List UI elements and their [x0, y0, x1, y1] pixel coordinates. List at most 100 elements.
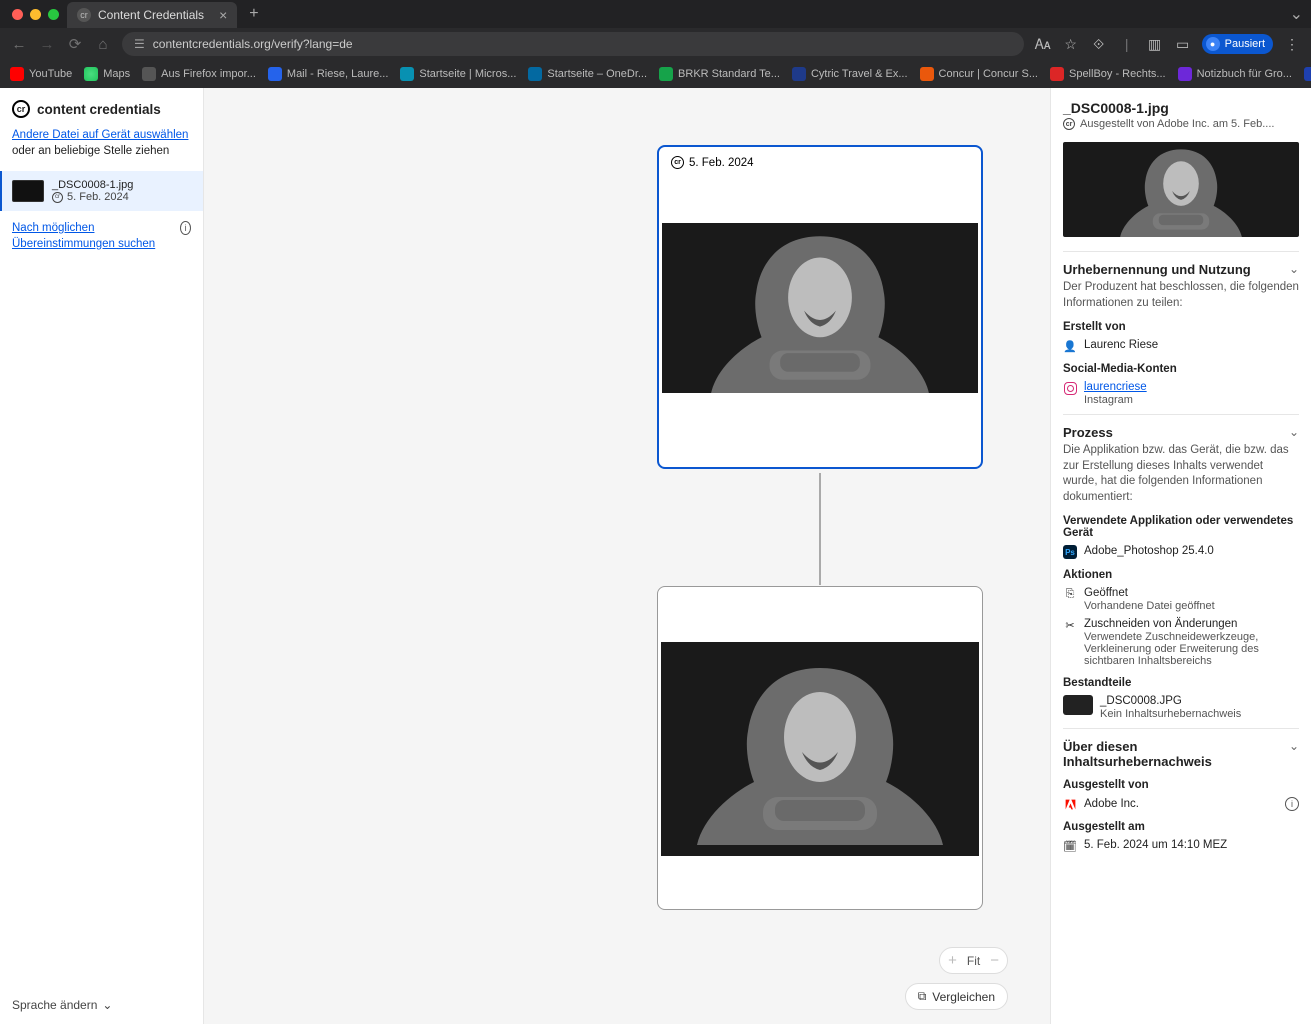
browser-tab[interactable]: cr Content Credentials × [67, 2, 237, 28]
person-icon: 👤 [1063, 339, 1077, 353]
bookmark-item[interactable]: SpellBoy - Rechts... [1050, 67, 1166, 81]
file-picker-text: Andere Datei auf Gerät auswählen oder an… [0, 128, 203, 159]
tree-node-ingredient[interactable] [657, 586, 983, 910]
sidepanel-icon[interactable]: ▥ [1146, 35, 1164, 53]
close-tab-icon[interactable]: × [219, 7, 227, 23]
page-content: cr content credentials Andere Datei auf … [0, 88, 1311, 1024]
tree-canvas[interactable]: cr 5. Feb. 2024 + Fit − ⧉ Vergleichen [204, 88, 1050, 1024]
compare-label: Vergleichen [932, 990, 995, 1004]
bookmark-item[interactable]: Mail - Riese, Laure... [268, 67, 388, 81]
expand-tabs-icon[interactable]: ⌄ [1290, 4, 1303, 24]
bookmark-item[interactable]: Nachträgliche Meil... [1304, 67, 1311, 81]
zoom-fit-button[interactable]: Fit [967, 954, 980, 968]
node-image [662, 223, 978, 393]
adobe-icon [1063, 797, 1077, 811]
section-attribution-header[interactable]: Urhebernennung und Nutzung ⌄ [1063, 251, 1299, 277]
bookmark-favicon [10, 67, 24, 81]
issued-on-label: Ausgestellt am [1063, 821, 1299, 833]
bookmark-favicon [84, 67, 98, 81]
tab-favicon: cr [77, 8, 91, 22]
bookmark-favicon [1050, 67, 1064, 81]
nav-back-icon[interactable]: ← [10, 35, 28, 53]
ingredient-thumbnail [1063, 695, 1093, 715]
bookmark-label: Maps [103, 68, 130, 80]
tab-title: Content Credentials [98, 8, 204, 22]
search-matches-row: Nach möglichen Übereinstimmungen suchen … [0, 211, 203, 262]
social-handle-link[interactable]: laurencriese [1084, 381, 1147, 393]
file-list-item[interactable]: _DSC0008-1.jpg cr5. Feb. 2024 [0, 171, 203, 211]
bookmark-item[interactable]: Aus Firefox impor... [142, 67, 256, 81]
calendar-icon: 🗓 [1063, 839, 1077, 853]
sidebar-left: cr content credentials Andere Datei auf … [0, 88, 204, 1024]
bookmark-item[interactable]: Startseite – OneDr... [528, 67, 647, 81]
kebab-menu-icon[interactable]: ⋮ [1283, 35, 1301, 53]
chevron-down-icon: ⌄ [1289, 739, 1299, 753]
address-bar: ← → ⟳ ⌂ ☰ contentcredentials.org/verify?… [0, 28, 1311, 60]
action-opened-title: Geöffnet [1084, 587, 1215, 599]
sidebar-right: _DSC0008-1.jpg cr Ausgestellt von Adobe … [1050, 88, 1311, 1024]
bookmark-favicon [1178, 67, 1192, 81]
zoom-in-button[interactable]: + [948, 952, 957, 969]
bookmark-item[interactable]: Concur | Concur S... [920, 67, 1038, 81]
language-switcher[interactable]: Sprache ändern ⌄ [0, 986, 203, 1024]
close-window-button[interactable] [12, 9, 23, 20]
tree-connector [819, 473, 821, 585]
compare-button[interactable]: ⧉ Vergleichen [905, 983, 1008, 1010]
bookmark-item[interactable]: Cytric Travel & Ex... [792, 67, 908, 81]
bookmark-star-icon[interactable]: ☆ [1062, 35, 1080, 53]
reload-icon[interactable]: ⟳ [66, 35, 84, 53]
chevron-down-icon: ⌄ [1289, 425, 1299, 439]
bookmark-favicon [142, 67, 156, 81]
bookmark-label: BRKR Standard Te... [678, 68, 780, 80]
zoom-control: + Fit − [939, 947, 1008, 974]
bookmark-favicon [659, 67, 673, 81]
pause-label: Pausiert [1225, 38, 1265, 50]
translate-icon[interactable]: 🗛 [1034, 35, 1052, 53]
bookmark-favicon [528, 67, 542, 81]
reading-list-icon[interactable]: ▭ [1174, 35, 1192, 53]
process-desc: Die Applikation bzw. das Gerät, die bzw.… [1063, 443, 1299, 505]
open-file-icon: ⎘ [1063, 587, 1077, 601]
attribution-desc: Der Produzent hat beschlossen, die folge… [1063, 280, 1299, 311]
section-process-header[interactable]: Prozess ⌄ [1063, 414, 1299, 440]
bookmark-item[interactable]: Startseite | Micros... [400, 67, 516, 81]
browser-chrome: cr Content Credentials × + ⌄ ← → ⟳ ⌂ ☰ c… [0, 0, 1311, 88]
bookmark-item[interactable]: YouTube [10, 67, 72, 81]
process-title: Prozess [1063, 425, 1113, 440]
details-issued-line: cr Ausgestellt von Adobe Inc. am 5. Feb.… [1063, 118, 1299, 130]
app-label: Verwendete Applikation oder verwendetes … [1063, 515, 1299, 539]
zoom-out-button[interactable]: − [990, 952, 999, 969]
choose-file-link[interactable]: Andere Datei auf Gerät auswählen [12, 129, 188, 141]
app-logo[interactable]: cr content credentials [0, 88, 203, 128]
section-about-header[interactable]: Über diesen Inhaltsurhebernachweis ⌄ [1063, 728, 1299, 769]
minimize-window-button[interactable] [30, 9, 41, 20]
node-image [661, 642, 979, 856]
cr-badge-icon: cr [671, 156, 684, 169]
new-tab-button[interactable]: + [249, 5, 258, 23]
home-icon[interactable]: ⌂ [94, 35, 112, 53]
site-info-icon[interactable]: ☰ [134, 37, 145, 51]
maximize-window-button[interactable] [48, 9, 59, 20]
url-input[interactable]: ☰ contentcredentials.org/verify?lang=de [122, 32, 1024, 56]
file-date: 5. Feb. 2024 [67, 191, 129, 203]
bookmark-item[interactable]: BRKR Standard Te... [659, 67, 780, 81]
nav-forward-icon[interactable]: → [38, 35, 56, 53]
profile-pause-pill[interactable]: ● Pausiert [1202, 34, 1273, 54]
bookmark-item[interactable]: Maps [84, 67, 130, 81]
logo-text: content credentials [37, 102, 161, 117]
issued-on-row: 🗓 5. Feb. 2024 um 14:10 MEZ [1063, 839, 1299, 853]
issued-by-row: Adobe Inc. i [1063, 797, 1299, 811]
info-icon[interactable]: i [1285, 797, 1299, 811]
bookmark-favicon [400, 67, 414, 81]
file-thumbnail [12, 180, 44, 202]
extensions-icon[interactable]: ⟐ [1090, 35, 1108, 53]
search-matches-link[interactable]: Nach möglichen Übereinstimmungen suchen [12, 221, 180, 252]
window-controls [8, 9, 59, 20]
cr-badge-icon: cr [52, 192, 63, 203]
tab-bar: cr Content Credentials × + ⌄ [0, 0, 1311, 28]
ingredient-row[interactable]: _DSC0008.JPG Kein Inhaltsurhebernachweis [1063, 695, 1299, 720]
info-icon[interactable]: i [180, 221, 191, 235]
bookmark-item[interactable]: Notizbuch für Gro... [1178, 67, 1292, 81]
tree-node-root[interactable]: cr 5. Feb. 2024 [657, 145, 983, 469]
ingredient-name: _DSC0008.JPG [1100, 695, 1241, 707]
